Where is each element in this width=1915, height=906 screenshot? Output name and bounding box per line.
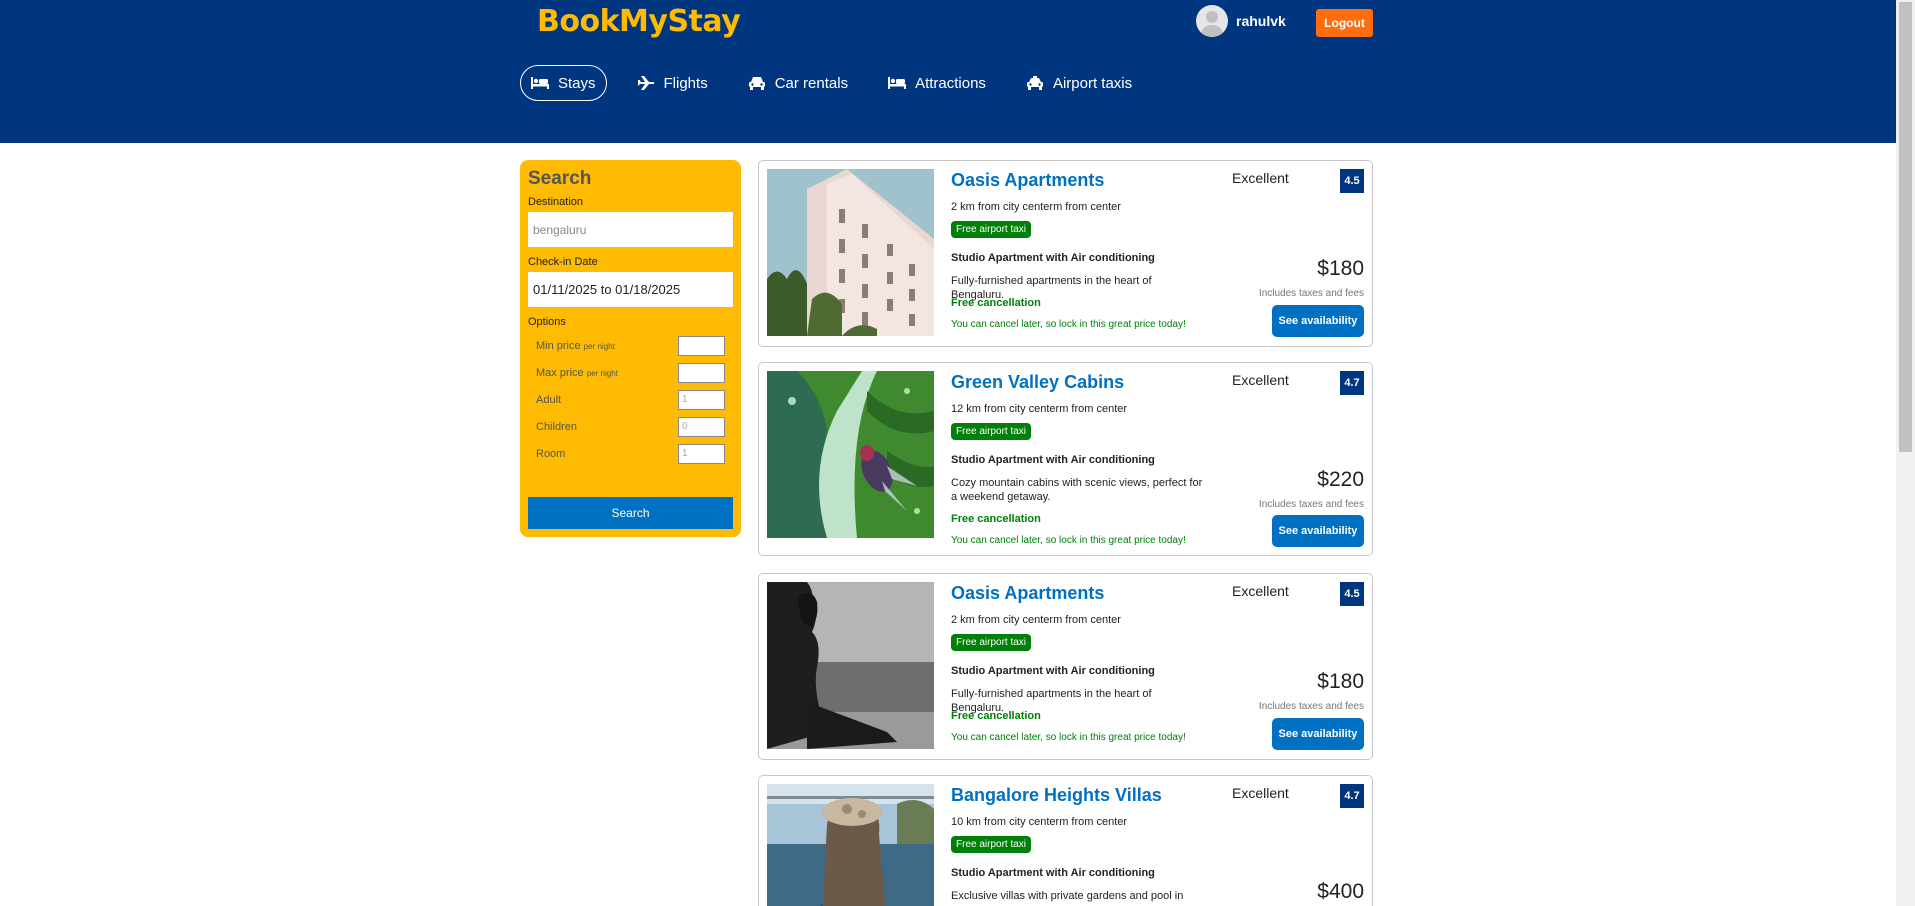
hotel-subtitle: Studio Apartment with Air conditioning <box>951 252 1155 264</box>
taxi-icon <box>1026 76 1043 90</box>
option-label: Children <box>536 420 577 433</box>
cancellation-note: You can cancel later, so lock in this gr… <box>951 732 1186 743</box>
plane-icon <box>637 76 654 90</box>
hotel-name[interactable]: Bangalore Heights Villas <box>951 785 1162 806</box>
children-input[interactable]: 0 <box>678 416 725 437</box>
hotel-distance: 2 km from city centerm from center <box>951 201 1121 213</box>
see-availability-button[interactable]: See availability <box>1272 718 1364 750</box>
hotel-subtitle: Studio Apartment with Air conditioning <box>951 665 1155 677</box>
options-label: Options <box>528 316 566 328</box>
bed-icon <box>888 77 907 89</box>
search-button[interactable]: Search <box>528 497 733 529</box>
hotel-subtitle: Studio Apartment with Air conditioning <box>951 454 1155 466</box>
nav-label: Attractions <box>915 74 986 92</box>
hotel-image[interactable] <box>767 582 934 749</box>
nav-label: Flights <box>663 74 708 92</box>
option-row-children: Children 0 <box>528 413 733 440</box>
min-price-input[interactable] <box>678 335 725 356</box>
hotel-image[interactable] <box>767 371 934 538</box>
hotel-name[interactable]: Green Valley Cabins <box>951 372 1124 393</box>
tax-note: Includes taxes and fees <box>1258 499 1364 510</box>
car-icon <box>748 77 765 90</box>
hotel-price: $220 <box>1317 468 1364 491</box>
max-price-input[interactable] <box>678 362 725 383</box>
hotel-price: $400 <box>1317 880 1364 903</box>
free-cancellation: Free cancellation <box>951 297 1041 309</box>
free-taxi-badge: Free airport taxi <box>951 221 1032 238</box>
nav-item-flights[interactable]: Flights <box>627 65 718 101</box>
nav-bar: Stays Flights Car rentals Attractions Ai… <box>520 65 1162 101</box>
hotel-image[interactable] <box>767 169 934 336</box>
hotel-description: Exclusive villas with private gardens an… <box>951 890 1184 902</box>
tax-note: Includes taxes and fees <box>1258 288 1364 299</box>
bed-icon <box>531 77 549 89</box>
nav-item-attractions[interactable]: Attractions <box>878 65 996 101</box>
logo[interactable]: BookMyStay <box>537 4 741 39</box>
result-card: Oasis Apartments 2 km from city centerm … <box>758 573 1373 760</box>
search-title: Search <box>528 168 592 189</box>
hotel-name[interactable]: Oasis Apartments <box>951 583 1104 604</box>
option-row-min-price: Min price per night <box>528 332 733 359</box>
free-cancellation: Free cancellation <box>951 710 1041 722</box>
hotel-distance: 10 km from city centerm from center <box>951 816 1128 828</box>
header: BookMyStay rahulvk Logout Stays Flights … <box>0 0 1896 143</box>
free-taxi-badge: Free airport taxi <box>951 634 1032 651</box>
nav-item-car-rentals[interactable]: Car rentals <box>738 65 858 101</box>
hotel-image[interactable] <box>767 784 934 906</box>
result-card: Oasis Apartments 2 km from city centerm … <box>758 160 1373 347</box>
see-availability-button[interactable]: See availability <box>1272 515 1364 547</box>
option-row-room: Room 1 <box>528 440 733 467</box>
page: BookMyStay rahulvk Logout Stays Flights … <box>0 0 1915 906</box>
rating-badge: 4.5 <box>1340 169 1364 193</box>
hotel-distance: 2 km from city centerm from center <box>951 614 1121 626</box>
nav-label: Car rentals <box>774 74 849 92</box>
cancellation-note: You can cancel later, so lock in this gr… <box>951 535 1186 546</box>
checkin-label: Check-in Date <box>528 256 598 268</box>
rating-text: Excellent <box>1232 170 1289 186</box>
rating-badge: 4.7 <box>1340 371 1364 395</box>
result-card: Green Valley Cabins 12 km from city cent… <box>758 362 1373 556</box>
hotel-distance: 12 km from city centerm from center <box>951 403 1128 415</box>
option-row-adult: Adult 1 <box>528 386 733 413</box>
rating-badge: 4.5 <box>1340 582 1364 606</box>
destination-label: Destination <box>528 196 584 208</box>
rating-text: Excellent <box>1232 785 1289 801</box>
page-scrollbar[interactable] <box>1896 0 1915 906</box>
nav-label: Stays <box>558 74 596 92</box>
nav-label: Airport taxis <box>1052 74 1133 92</box>
search-panel: Search Destination bengaluru Check-in Da… <box>520 160 741 537</box>
option-label: Max price per night <box>536 366 618 379</box>
tax-note: Includes taxes and fees <box>1258 701 1364 712</box>
rating-badge: 4.7 <box>1340 784 1364 808</box>
rating-text: Excellent <box>1232 372 1289 388</box>
free-taxi-badge: Free airport taxi <box>951 423 1032 440</box>
scrollbar-thumb[interactable] <box>1899 2 1912 452</box>
rating-text: Excellent <box>1232 583 1289 599</box>
hotel-price: $180 <box>1317 257 1364 280</box>
hotel-subtitle: Studio Apartment with Air conditioning <box>951 867 1155 879</box>
cancellation-note: You can cancel later, so lock in this gr… <box>951 319 1186 330</box>
option-row-max-price: Max price per night <box>528 359 733 386</box>
see-availability-button[interactable]: See availability <box>1272 305 1364 337</box>
logout-button[interactable]: Logout <box>1316 9 1373 37</box>
free-cancellation: Free cancellation <box>951 513 1041 525</box>
username: rahulvk <box>1236 13 1286 29</box>
option-label: Room <box>536 447 566 460</box>
nav-item-stays[interactable]: Stays <box>520 65 607 101</box>
free-taxi-badge: Free airport taxi <box>951 836 1032 853</box>
checkin-date-input[interactable]: 01/11/2025 to 01/18/2025 <box>528 272 733 307</box>
avatar[interactable] <box>1196 5 1228 37</box>
room-input[interactable]: 1 <box>678 443 725 464</box>
option-label: Min price per night <box>536 339 615 352</box>
hotel-price: $180 <box>1317 670 1364 693</box>
user-profile[interactable]: rahulvk <box>1196 5 1286 37</box>
destination-input[interactable]: bengaluru <box>528 212 733 247</box>
result-card: Bangalore Heights Villas 10 km from city… <box>758 775 1373 906</box>
nav-item-airport-taxis[interactable]: Airport taxis <box>1016 65 1142 101</box>
hotel-name[interactable]: Oasis Apartments <box>951 170 1104 191</box>
option-label: Adult <box>536 393 562 406</box>
hotel-description: Cozy mountain cabins with scenic views, … <box>951 477 1203 503</box>
adult-input[interactable]: 1 <box>678 389 725 410</box>
